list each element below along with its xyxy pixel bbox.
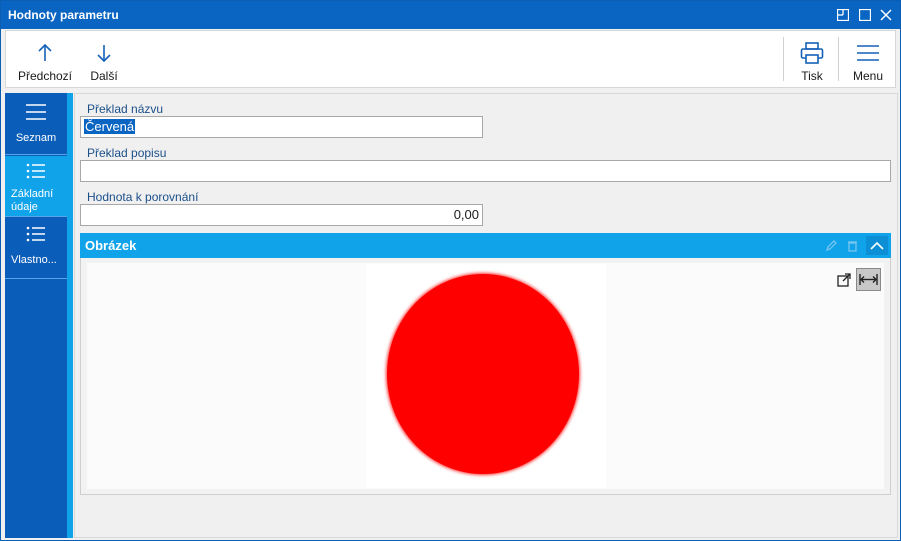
restore-icon[interactable] — [835, 7, 851, 23]
sidebar-item-list[interactable]: Seznam — [5, 93, 67, 155]
collapse-section-button[interactable] — [866, 236, 888, 255]
window-title: Hodnoty parametru — [8, 8, 119, 22]
toolbar-separator — [783, 37, 784, 81]
sidebar-item-label: Seznam — [15, 132, 57, 144]
compare-value-label: Hodnota k porovnání — [87, 190, 199, 204]
previous-button[interactable]: Předchozí — [14, 31, 76, 87]
sidebar-item-label: údaje — [11, 201, 38, 213]
name-translation-input[interactable]: Červená — [80, 116, 483, 138]
toolbar: Předchozí Další Tisk Menu — [5, 30, 896, 88]
description-translation-label: Překlad popisu — [87, 146, 167, 160]
fit-width-icon — [859, 274, 878, 285]
sidebar-accent-bar — [67, 93, 73, 538]
toolbar-separator — [838, 37, 839, 81]
compare-value-input[interactable]: 0,00 — [80, 204, 483, 226]
hamburger-icon — [856, 40, 880, 66]
list-icon — [5, 163, 67, 179]
app-window: Hodnoty parametru Předchozí Další Tisk M… — [0, 0, 901, 541]
print-button[interactable]: Tisk — [791, 31, 833, 87]
sidebar-item-properties[interactable]: Vlastno... — [5, 218, 67, 279]
description-translation-input[interactable] — [80, 160, 891, 182]
arrow-up-icon — [37, 40, 53, 66]
next-button[interactable]: Další — [84, 31, 124, 87]
name-translation-label: Překlad názvu — [87, 102, 164, 116]
fit-width-button[interactable] — [856, 268, 881, 291]
previous-label: Předchozí — [17, 69, 73, 83]
edit-icon — [825, 239, 838, 255]
red-circle-shape — [387, 274, 579, 474]
print-label: Tisk — [801, 69, 823, 83]
list-icon — [5, 226, 67, 242]
parameter-image — [366, 264, 606, 488]
open-external-icon[interactable] — [835, 271, 853, 289]
close-icon[interactable] — [878, 7, 894, 23]
chevron-up-icon — [870, 241, 884, 250]
name-translation-value: Červená — [84, 119, 136, 134]
sidebar: Seznam Základní údaje Vlastno... — [5, 93, 67, 538]
next-label: Další — [90, 69, 118, 83]
printer-icon — [800, 40, 824, 66]
sidebar-item-label: Základní — [11, 188, 54, 200]
sidebar-item-basic-data[interactable]: Základní údaje — [5, 156, 67, 217]
menu-label: Menu — [852, 69, 884, 83]
arrow-down-icon — [96, 40, 112, 66]
title-bar: Hodnoty parametru — [1, 1, 900, 29]
image-section-title: Obrázek — [85, 238, 137, 253]
image-section-header: Obrázek — [80, 233, 891, 258]
delete-icon — [846, 239, 859, 255]
sidebar-item-label: Vlastno... — [11, 254, 57, 266]
hamburger-icon — [5, 103, 67, 121]
maximize-icon[interactable] — [857, 7, 873, 23]
menu-button[interactable]: Menu — [846, 31, 890, 87]
